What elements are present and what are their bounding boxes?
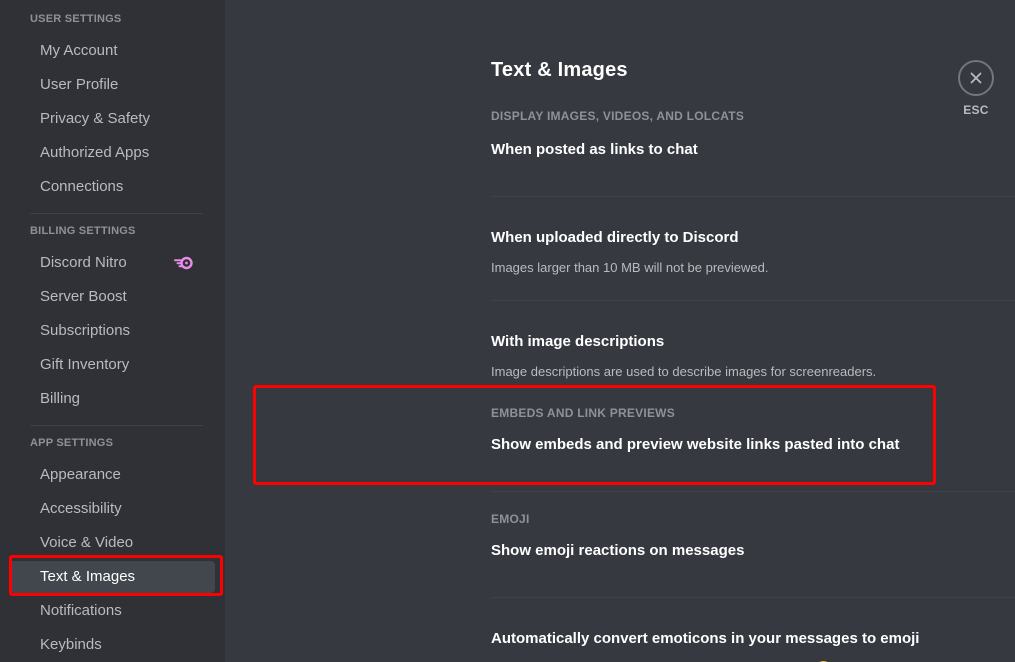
setting-with-image-descriptions: With image descriptions Image descriptio… xyxy=(491,332,1015,381)
sidebar-item-server-boost[interactable]: Server Boost xyxy=(10,281,215,313)
sidebar-item-label: Privacy & Safety xyxy=(40,110,151,127)
setting-title: When posted as links to chat xyxy=(491,141,698,158)
sidebar-item-billing[interactable]: Billing xyxy=(10,383,215,415)
sidebar-item-label: Accessibility xyxy=(40,500,122,517)
sidebar-scroll-area[interactable]: USER SETTINGS My Account User Profile Pr… xyxy=(0,0,225,661)
sidebar-item-appearance[interactable]: Appearance xyxy=(10,459,215,491)
setting-text: Show emoji reactions on messages xyxy=(491,541,764,561)
sidebar-item-label: User Profile xyxy=(40,76,119,93)
setting-title: When uploaded directly to Discord xyxy=(491,229,739,246)
settings-content-pane: Text & Images DISPLAY IMAGES, VIDEOS, AN… xyxy=(225,0,1015,662)
settings-sidebar: USER SETTINGS My Account User Profile Pr… xyxy=(0,0,225,662)
close-settings-button[interactable]: ESC xyxy=(951,60,1001,117)
setting-title: With image descriptions xyxy=(491,333,665,350)
sidebar-item-voice-and-video[interactable]: Voice & Video xyxy=(10,527,215,559)
setting-description: Images larger than 10 MB will not be pre… xyxy=(491,260,769,275)
sidebar-item-gift-inventory[interactable]: Gift Inventory xyxy=(10,349,215,381)
discord-user-settings-window: USER SETTINGS My Account User Profile Pr… xyxy=(0,0,1015,662)
setting-title: Automatically convert emoticons in your … xyxy=(491,630,920,647)
sidebar-group-header-app-settings: APP SETTINGS xyxy=(30,437,114,449)
setting-show-embeds: Show embeds and preview website links pa… xyxy=(491,435,1015,459)
setting-text: When posted as links to chat xyxy=(491,140,718,160)
sidebar-group-header-billing-settings: BILLING SETTINGS xyxy=(30,225,136,237)
sidebar-item-label: Notifications xyxy=(40,602,122,619)
sidebar-item-subscriptions[interactable]: Subscriptions xyxy=(10,315,215,347)
sidebar-item-label: Appearance xyxy=(40,466,121,483)
setting-title: Show emoji reactions on messages xyxy=(491,542,745,559)
sidebar-item-label: Keybinds xyxy=(40,636,102,653)
sidebar-divider xyxy=(30,425,203,426)
setting-convert-emoticons: Automatically convert emoticons in your … xyxy=(491,629,1015,662)
setting-when-uploaded-directly: When uploaded directly to Discord Images… xyxy=(491,228,1015,277)
setting-show-emoji-reactions: Show emoji reactions on messages xyxy=(491,541,1015,565)
sidebar-item-label: Voice & Video xyxy=(40,534,134,551)
sidebar-item-label: Subscriptions xyxy=(40,322,131,339)
sidebar-item-label: Authorized Apps xyxy=(40,144,150,161)
page-title: Text & Images xyxy=(491,59,628,81)
close-icon xyxy=(958,60,994,96)
sidebar-item-label: Discord Nitro xyxy=(40,254,127,271)
setting-title: Show embeds and preview website links pa… xyxy=(491,436,900,453)
sidebar-divider xyxy=(30,213,203,214)
sidebar-item-label: Server Boost xyxy=(40,288,127,305)
sidebar-item-discord-nitro[interactable]: Discord Nitro xyxy=(10,247,215,279)
esc-label: ESC xyxy=(963,103,989,117)
sidebar-item-label: Text & Images xyxy=(40,568,136,585)
sidebar-item-notifications[interactable]: Notifications xyxy=(10,595,215,627)
sidebar-item-label: My Account xyxy=(40,42,118,59)
sidebar-item-user-profile[interactable]: User Profile xyxy=(10,69,215,101)
setting-text: Show embeds and preview website links pa… xyxy=(491,435,919,455)
setting-text: With image descriptions Image descriptio… xyxy=(491,332,896,381)
section-header-embeds-and-link-previews: EMBEDS AND LINK PREVIEWS xyxy=(491,406,675,420)
sidebar-item-label: Billing xyxy=(40,390,81,407)
sidebar-item-keybinds[interactable]: Keybinds xyxy=(10,629,215,661)
section-header-display-images: DISPLAY IMAGES, VIDEOS, AND LOLCATS xyxy=(491,109,745,123)
text-and-images-settings: Text & Images DISPLAY IMAGES, VIDEOS, AN… xyxy=(225,0,1015,662)
sidebar-item-label: Connections xyxy=(40,178,124,195)
setting-text: Automatically convert emoticons in your … xyxy=(491,629,939,662)
sidebar-item-privacy-and-safety[interactable]: Privacy & Safety xyxy=(10,103,215,135)
sidebar-item-authorized-apps[interactable]: Authorized Apps xyxy=(10,137,215,169)
setting-text: When uploaded directly to Discord Images… xyxy=(491,228,788,277)
sidebar-item-connections[interactable]: Connections xyxy=(10,171,215,203)
setting-description: Image descriptions are used to describe … xyxy=(491,364,877,379)
section-header-emoji: EMOJI xyxy=(491,512,530,526)
nitro-boost-icon xyxy=(173,256,193,270)
sidebar-item-label: Gift Inventory xyxy=(40,356,130,373)
sidebar-item-accessibility[interactable]: Accessibility xyxy=(10,493,215,525)
sidebar-item-text-and-images[interactable]: Text & Images xyxy=(10,561,215,593)
sidebar-group-header-user-settings: USER SETTINGS xyxy=(30,13,122,25)
setting-when-posted-as-links: When posted as links to chat xyxy=(491,140,1015,164)
sidebar-item-my-account[interactable]: My Account xyxy=(10,35,215,67)
